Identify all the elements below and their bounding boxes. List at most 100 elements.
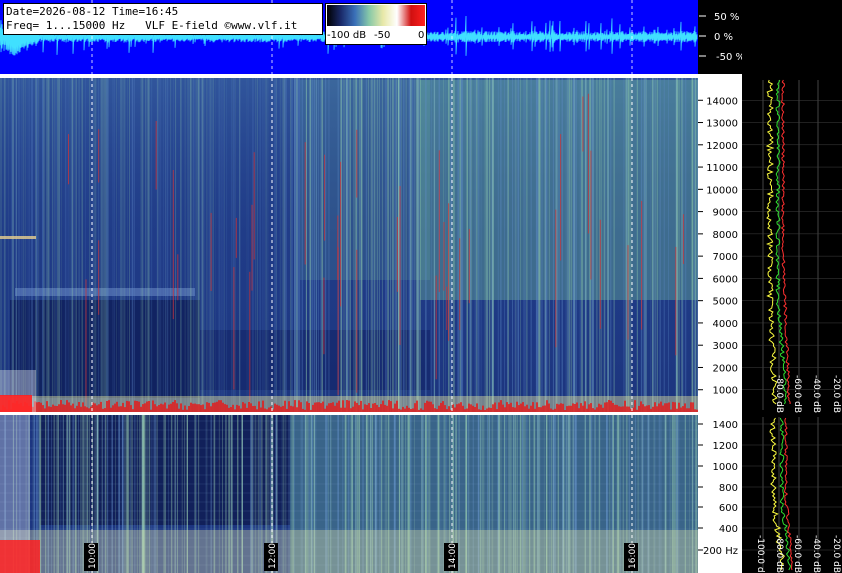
low-freq-red [258, 401, 260, 412]
sferic-red [172, 170, 174, 320]
waveform-tick-label: 50 % [714, 12, 739, 23]
spectrogram-streak [512, 78, 513, 412]
low-freq-red [502, 404, 504, 412]
sferic-red [304, 142, 306, 265]
low-freq-red [394, 403, 396, 412]
low-freq-red [488, 407, 490, 412]
low-freq-red [208, 402, 210, 412]
spectrogram-streak [123, 78, 125, 412]
low-freq-red [102, 408, 104, 412]
low-freq-red [282, 405, 284, 412]
spectrogram-streak [296, 78, 298, 412]
spectrogram-streak [197, 78, 198, 412]
low-freq-red [120, 406, 122, 412]
spectrogram-streak [385, 78, 387, 412]
sferic-red [582, 96, 584, 152]
low-freq-red [568, 405, 570, 412]
spectrogram-streak [18, 78, 19, 412]
sferic-red [98, 129, 100, 183]
low-freq-red [396, 400, 398, 412]
low-freq-red [158, 405, 160, 412]
low-freq-red [190, 402, 192, 412]
low-freq-red [374, 403, 376, 412]
low-freq-red [530, 405, 532, 412]
spectrogram-streak [607, 78, 610, 412]
low-freq-red [594, 409, 596, 412]
low-freq-red [300, 402, 302, 412]
low-freq-red [140, 406, 142, 412]
spectrogram-streak [668, 78, 669, 412]
spectrogram-streak [25, 78, 26, 412]
low-freq-red [240, 408, 242, 412]
spectrogram-streak [347, 78, 349, 412]
low-freq-red [350, 408, 352, 412]
low-freq-red [234, 409, 236, 412]
spectrogram-streak [75, 78, 77, 412]
freq-tick-label: 6000 [713, 274, 738, 285]
low-freq-red [678, 402, 680, 412]
sferic-red [253, 152, 255, 260]
low-freq-red [238, 405, 240, 412]
freq-tick-label: 1000 [713, 386, 738, 397]
carrier-line [0, 236, 36, 239]
spectrogram-streak [526, 78, 528, 412]
spectrogram-streak [81, 78, 82, 412]
spectrogram-streak [461, 78, 464, 412]
low-freq-red [608, 400, 610, 412]
spectrogram-streak [54, 78, 56, 412]
spectrogram-streak [36, 78, 38, 412]
freq-tick-label: 2000 [713, 363, 738, 374]
spectrogram-streak [656, 78, 658, 412]
spectrogram-streak [203, 78, 206, 412]
spectrogram-streak [433, 78, 435, 412]
spectrogram-streak [419, 78, 421, 412]
freq-tick-label: 12000 [706, 141, 738, 152]
low-freq-red [174, 400, 176, 412]
spectrogram-streak [69, 78, 71, 412]
spectrogram-streak [392, 78, 394, 412]
low-freq-red [382, 400, 384, 412]
profile-db-label: -60.0 dB [792, 535, 802, 573]
low-freq-red [622, 406, 624, 412]
profile-db-label: -40.0 dB [811, 375, 821, 413]
spectrogram-streak [541, 78, 543, 412]
low-freq-red [584, 401, 586, 412]
low-freq-red [692, 402, 694, 412]
sferic-red [235, 217, 237, 258]
sferic-red [323, 277, 325, 355]
spectrogram-streak [311, 78, 313, 412]
low-freq-red [426, 400, 428, 412]
spectrogram-streak [417, 78, 420, 412]
sferic-red [68, 134, 69, 185]
low-freq-red [338, 400, 340, 412]
low-freq-red [328, 403, 330, 412]
spectrogram-streak [226, 78, 228, 412]
low-freq-red [142, 404, 144, 412]
spectrogram-streak [405, 78, 407, 412]
spectrogram-streak [403, 78, 405, 412]
low-freq-red [648, 405, 650, 412]
low-freq-red [510, 402, 512, 412]
low-freq-red [538, 407, 540, 412]
spectrogram-streak [247, 78, 249, 412]
low-freq-red [220, 400, 222, 412]
spectrogram-streak [659, 78, 661, 412]
low-freq-red [222, 402, 224, 412]
low-freq-red [118, 406, 120, 412]
low-freq-red [378, 407, 380, 412]
low-freq-red [148, 401, 150, 412]
low-freq-red [666, 403, 668, 412]
low-freq-red [420, 408, 422, 412]
spectrogram-streak [354, 78, 356, 412]
low-freq-red [386, 405, 388, 412]
spectrogram-streak [175, 78, 177, 412]
low-freq-red [346, 400, 348, 412]
low-freq-red [164, 402, 166, 412]
low-freq-red [514, 407, 516, 412]
low-freq-red [274, 403, 276, 412]
spectrogram-streak [220, 78, 222, 412]
spectrogram-streak [31, 78, 33, 412]
low-freq-red [604, 402, 606, 412]
spectrogram-streak [92, 78, 93, 412]
panel-separator [0, 74, 742, 78]
